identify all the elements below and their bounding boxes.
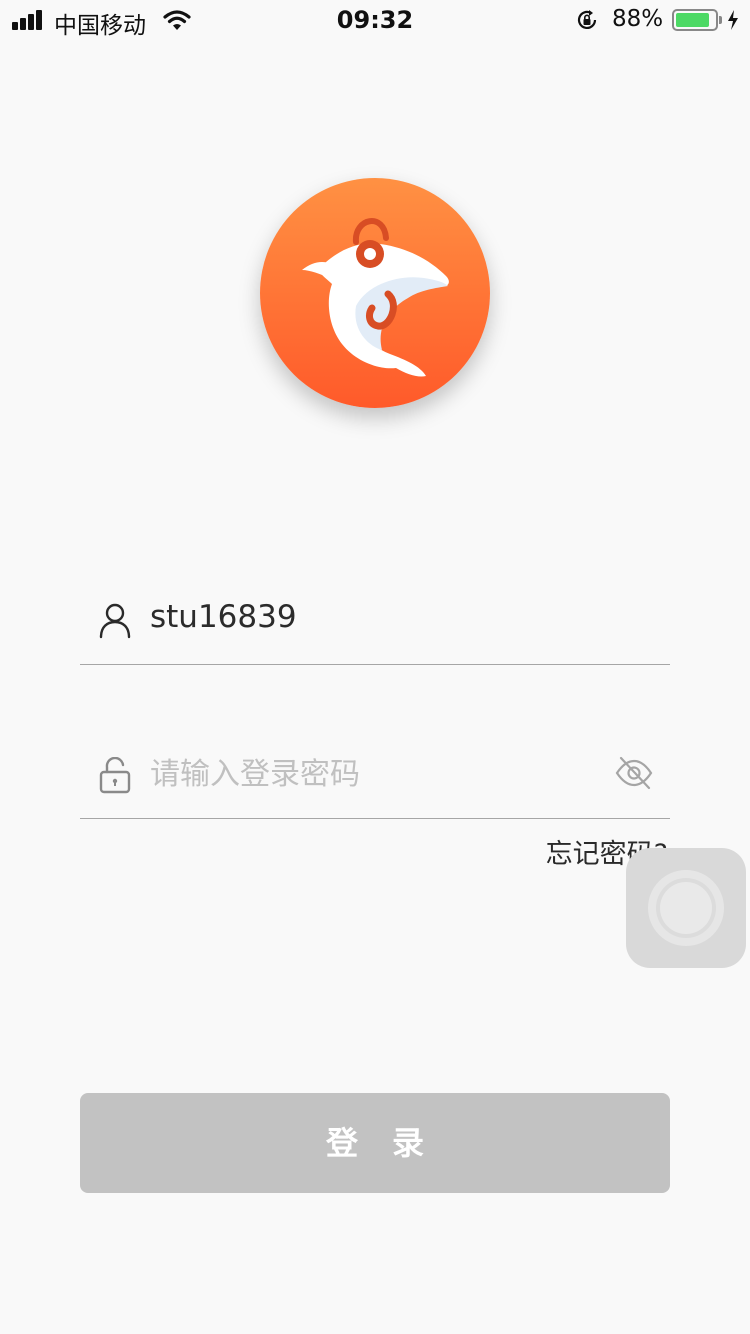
battery-percent: 88%	[612, 6, 664, 32]
charging-icon	[728, 10, 738, 30]
password-input[interactable]	[150, 749, 590, 799]
username-value[interactable]: stu16839	[150, 599, 297, 635]
password-field[interactable]	[80, 739, 670, 819]
battery-fill	[676, 13, 710, 27]
eye-hidden-icon[interactable]	[614, 753, 654, 793]
assistive-touch-dot	[660, 882, 712, 934]
username-field[interactable]: stu16839	[80, 585, 670, 665]
rotation-lock-icon	[577, 10, 597, 29]
battery-icon	[672, 9, 718, 31]
assistive-touch-button[interactable]	[626, 848, 746, 968]
dolphin-headphones-logo	[302, 218, 449, 377]
user-icon	[99, 603, 131, 639]
status-bar: 中国移动 09:32 88%	[0, 0, 750, 40]
battery-tip	[719, 16, 722, 24]
app-logo	[260, 178, 490, 408]
login-button[interactable]: 登录	[80, 1093, 670, 1193]
lock-icon	[99, 757, 131, 794]
